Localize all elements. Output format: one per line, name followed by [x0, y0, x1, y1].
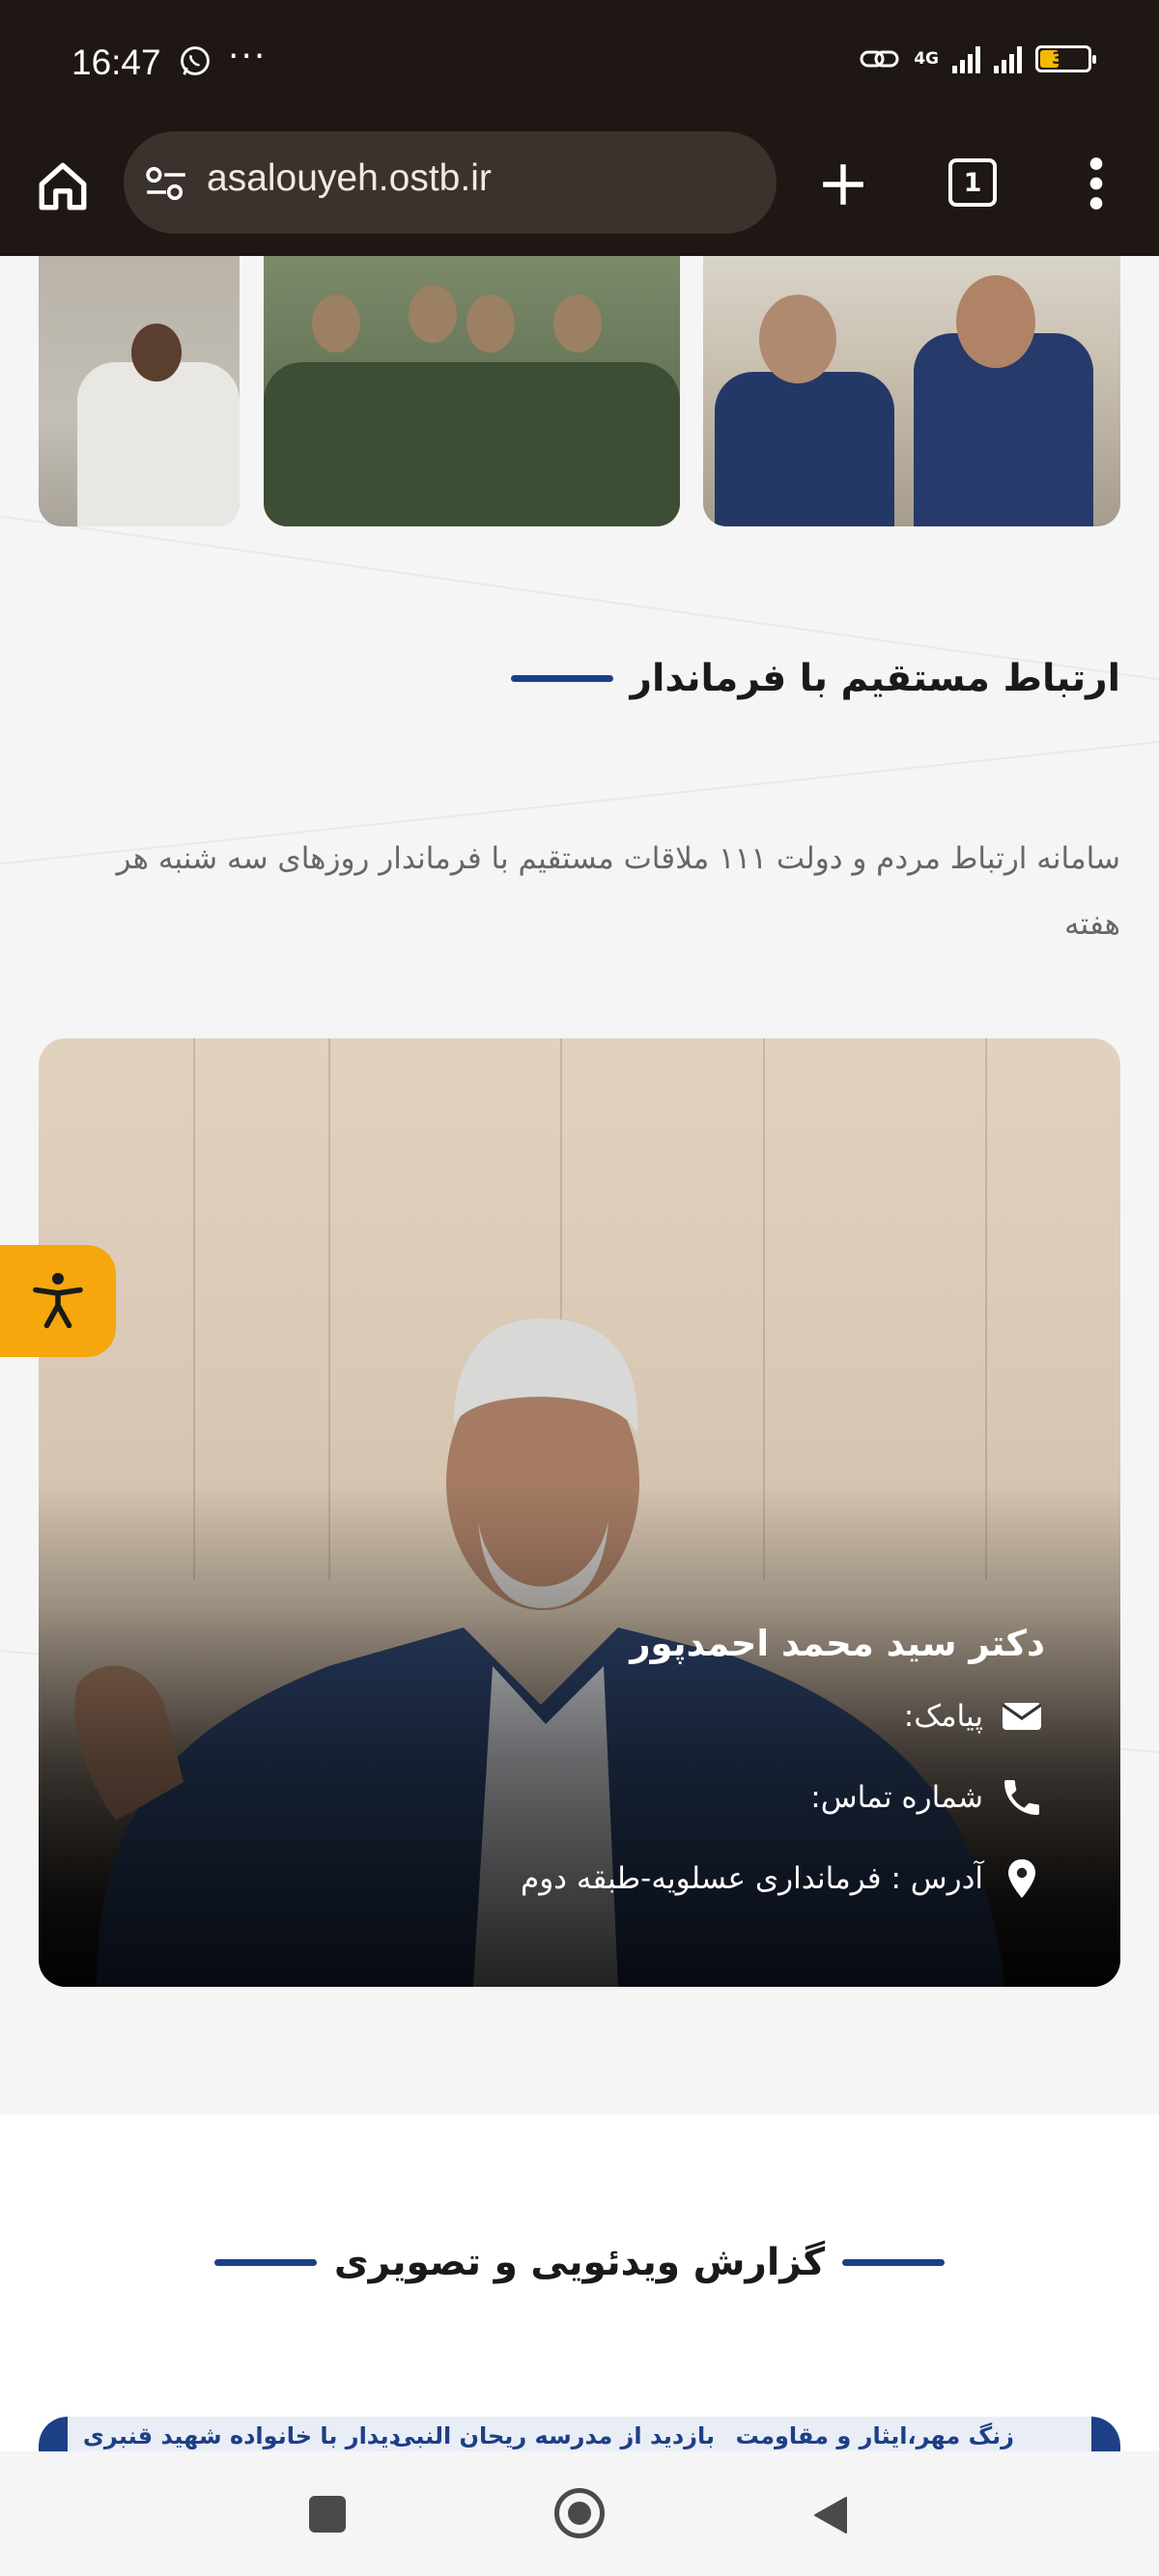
title-accent-line [510, 675, 613, 682]
signal-icon-2 [994, 44, 1022, 73]
back-button[interactable] [811, 2494, 850, 2536]
gallery-carousel[interactable] [39, 256, 1120, 526]
photo-figure [409, 285, 457, 343]
governor-name: دکتر سید محمد احمدپور [630, 1623, 1045, 1664]
recent-apps-button[interactable] [309, 2496, 346, 2533]
media-section: گزارش ویدئویی و تصویری [0, 2115, 1159, 2451]
governor-card: دکتر سید محمد احمدپور پیامک: شماره تماس: [39, 1038, 1120, 1987]
photo-figure [131, 324, 182, 382]
media-title-text: گزارش ویدئویی و تصویری [333, 2241, 826, 2284]
gallery-photo[interactable] [39, 256, 240, 526]
sms-label: پیامک: [903, 1699, 983, 1734]
tune-icon[interactable] [145, 166, 187, 201]
whatsapp-icon [181, 46, 210, 75]
phone-row[interactable]: شماره تماس: [521, 1774, 1045, 1821]
url-text: asalouyeh.ostb.ir [207, 157, 492, 199]
battery-icon: 36 [1035, 45, 1096, 72]
direct-contact-heading: ارتباط مستقیم با فرماندار [510, 657, 1120, 700]
menu-icon[interactable] [1082, 156, 1111, 211]
browser-toolbar: asalouyeh.ostb.ir 1 [0, 127, 1159, 256]
photo-figure [956, 275, 1035, 368]
address-label: آدرس : فرمانداری عسلویه-طبقه دوم [521, 1861, 983, 1896]
location-icon [1008, 1859, 1035, 1898]
photo-figure [264, 362, 680, 526]
gallery-photo[interactable] [264, 256, 680, 526]
envelope-icon [1002, 1703, 1042, 1730]
phone-icon [1004, 1780, 1039, 1815]
photo-figure [312, 295, 360, 353]
media-caption[interactable]: بازدید از مدرسه ریحان النبی [392, 2422, 715, 2449]
status-bar: 16:47 ··· 4G 36 [0, 0, 1159, 127]
address-bar[interactable]: asalouyeh.ostb.ir [124, 131, 777, 234]
section-title-text: ارتباط مستقیم با فرماندار [630, 657, 1120, 700]
media-caption[interactable]: زنگ مهر،ایثار و مقاومت [736, 2422, 1014, 2449]
address-row: آدرس : فرمانداری عسلویه-طبقه دوم [521, 1855, 1045, 1902]
media-heading: گزارش ویدئویی و تصویری [0, 2241, 1159, 2284]
phone-label: شماره تماس: [810, 1780, 983, 1815]
gallery-photo[interactable] [703, 256, 1120, 526]
tabs-button[interactable]: 1 [948, 158, 997, 207]
governor-info: دکتر سید محمد احمدپور پیامک: شماره تماس: [521, 1623, 1045, 1937]
accessibility-button[interactable] [0, 1245, 116, 1357]
photo-figure [759, 295, 836, 383]
plus-icon[interactable] [819, 160, 867, 209]
photo-figure [77, 362, 240, 526]
photo-figure [553, 295, 602, 353]
home-icon[interactable] [35, 158, 91, 214]
media-carousel[interactable]: زنگ مهر،ایثار و مقاومت بازدید از مدرسه ر… [39, 2417, 1120, 2451]
link-icon [860, 50, 899, 68]
direct-contact-description: سامانه ارتباط مردم و دولت ۱۱۱ ملاقات مست… [116, 841, 1120, 942]
accessibility-icon [33, 1272, 83, 1329]
media-caption[interactable]: دیدار با خانواده شهید قنبری [83, 2422, 401, 2449]
home-button[interactable] [554, 2488, 605, 2538]
status-more-dots: ··· [228, 37, 268, 76]
photo-figure [715, 372, 894, 526]
photo-figure [466, 295, 515, 353]
page-content: ارتباط مستقیم با فرماندار سامانه ارتباط … [0, 256, 1159, 2451]
title-accent-line [842, 2259, 946, 2266]
network-type: 4G [914, 49, 939, 69]
title-accent-line [213, 2259, 317, 2266]
signal-icon [952, 44, 980, 73]
status-time: 16:47 [71, 42, 161, 82]
system-nav-bar [0, 2451, 1159, 2576]
sms-row[interactable]: پیامک: [521, 1693, 1045, 1740]
